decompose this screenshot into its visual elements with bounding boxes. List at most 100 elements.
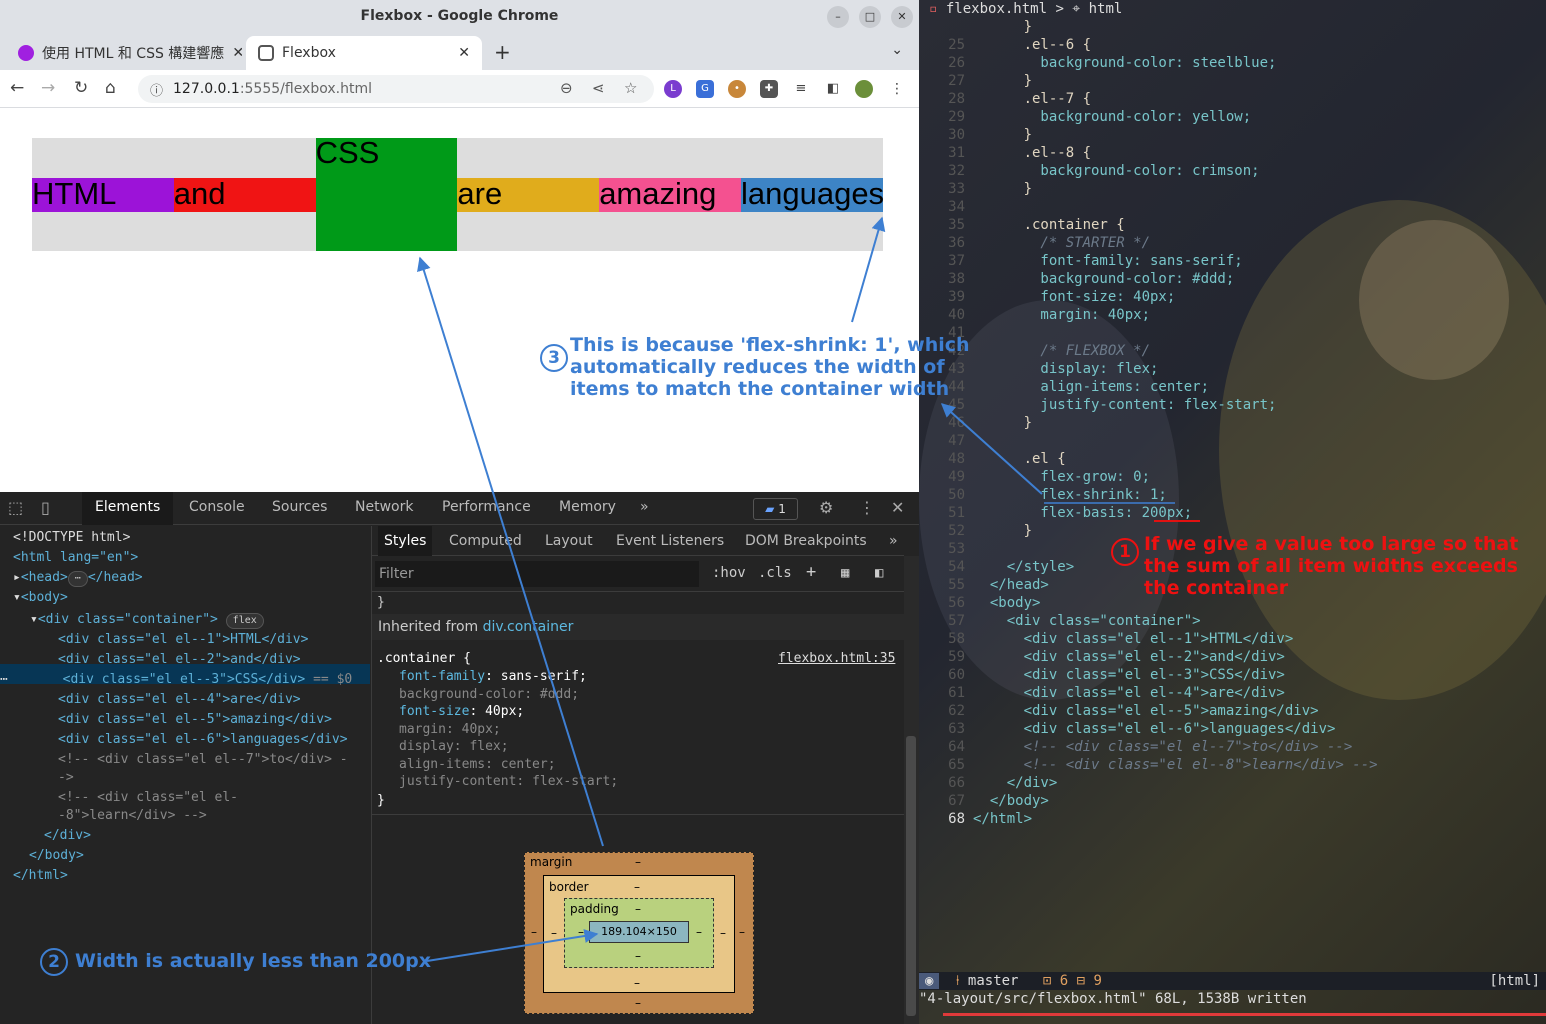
dom-el-6[interactable]: <div class="el el--6">languages</div> [58, 730, 348, 750]
css-property-row[interactable]: background-color: #ddd; [399, 686, 579, 704]
inherited-link[interactable]: div.container [483, 619, 574, 635]
code-line[interactable]: 61 <div class="el el--4">are</div> [919, 684, 1546, 702]
code-line[interactable]: 63 <div class="el el--6">languages</div> [919, 720, 1546, 738]
css-property-value[interactable]: flex; [469, 739, 508, 754]
margin-right-value[interactable]: – [739, 925, 745, 939]
code-line[interactable]: 67 </body> [919, 792, 1546, 810]
tab-inactive[interactable]: 使用 HTML 和 CSS 構建響應 ✕ [6, 36, 242, 70]
css-property-value[interactable]: 40px; [485, 704, 524, 719]
code-line[interactable]: 28 .el--7 { [919, 90, 1546, 108]
code-line[interactable]: 40 margin: 40px; [919, 306, 1546, 324]
dom-comment-8[interactable]: <!-- <div class="el el- [58, 788, 238, 808]
css-property-name[interactable]: display [399, 739, 454, 754]
toggle-sidebar-icon[interactable]: ◧ [875, 565, 883, 581]
dom-el-4[interactable]: <div class="el el--4">are</div> [58, 690, 301, 710]
maximize-button[interactable]: □ [859, 6, 881, 28]
code-line[interactable]: 33 } [919, 180, 1546, 198]
code-line[interactable]: 49 flex-grow: 0; [919, 468, 1546, 486]
dom-head[interactable]: ▸<head> ⋯ </head> [13, 568, 143, 588]
dom-body[interactable]: ▾<body> [13, 588, 68, 608]
code-line[interactable]: 42 /* FLEXBOX */ [919, 342, 1546, 360]
code-line[interactable]: 59 <div class="el el--2">and</div> [919, 648, 1546, 666]
dom-doctype[interactable]: <!DOCTYPE html> [13, 528, 130, 548]
puzzle-extensions-icon[interactable]: ✚ [760, 80, 778, 98]
tab-active[interactable]: Flexbox ✕ [246, 36, 482, 70]
css-property-name[interactable]: justify-content [399, 774, 516, 789]
media-queue-icon[interactable]: ≡ [792, 80, 810, 98]
css-property-name[interactable]: margin [399, 722, 446, 737]
code-line[interactable]: 58 <div class="el el--1">HTML</div> [919, 630, 1546, 648]
cls-toggle[interactable]: .cls [758, 565, 792, 581]
tab-event-listeners[interactable]: Event Listeners [616, 526, 724, 556]
css-property-row[interactable]: display: flex; [399, 738, 509, 756]
code-line[interactable]: 35 .container { [919, 216, 1546, 234]
more-style-tabs-icon[interactable]: » [889, 526, 898, 556]
code-line[interactable]: 41 [919, 324, 1546, 342]
styles-scrollbar[interactable] [904, 556, 919, 1024]
rule-selector[interactable]: .container { [377, 650, 471, 668]
border-bottom-value[interactable]: – [634, 976, 640, 990]
share-icon[interactable]: ⋖ [592, 79, 605, 97]
code-line[interactable]: 47 [919, 432, 1546, 450]
bookmark-star-icon[interactable]: ☆ [624, 79, 637, 97]
close-tab-icon[interactable]: ✕ [232, 45, 242, 61]
css-property-row[interactable]: justify-content: flex-start; [399, 773, 618, 791]
styles-filter-input[interactable]: Filter [375, 561, 699, 587]
tab-elements[interactable]: Elements [82, 492, 174, 525]
tab-styles[interactable]: Styles [378, 526, 433, 556]
css-property-value[interactable]: #ddd; [540, 687, 579, 702]
css-property-row[interactable]: font-size: 40px; [399, 703, 524, 721]
paint-icon[interactable]: ▦ [841, 565, 849, 581]
css-property-value[interactable]: 40px; [462, 722, 501, 737]
code-line[interactable]: 57 <div class="container"> [919, 612, 1546, 630]
code-line[interactable]: 46 } [919, 414, 1546, 432]
extension-lr-icon[interactable]: L [664, 80, 682, 98]
close-devtools-icon[interactable]: ✕ [891, 498, 904, 517]
home-icon[interactable]: ⌂ [105, 78, 116, 98]
dom-html[interactable]: <html lang="en"> [13, 548, 138, 568]
dom-el-2[interactable]: <div class="el el--2">and</div> [58, 650, 301, 670]
zoom-icon[interactable]: ⊖ [560, 79, 573, 97]
code-line[interactable]: 45 justify-content: flex-start; [919, 396, 1546, 414]
info-icon[interactable]: ⓘ [150, 80, 163, 99]
css-property-row[interactable]: align-items: center; [399, 756, 556, 774]
css-property-value[interactable]: sans-serif; [501, 669, 587, 684]
close-window-button[interactable]: ✕ [891, 6, 913, 28]
code-line[interactable]: 48 .el { [919, 450, 1546, 468]
ellipsis-icon[interactable]: ⋯ [67, 571, 88, 587]
css-property-name[interactable]: font-family [399, 669, 485, 684]
new-rule-plus-icon[interactable]: + [806, 562, 816, 582]
code-line[interactable]: 38 background-color: #ddd; [919, 270, 1546, 288]
code-line[interactable]: 39 font-size: 40px; [919, 288, 1546, 306]
css-property-value[interactable]: flex-start; [532, 774, 618, 789]
tab-layout[interactable]: Layout [545, 526, 593, 556]
margin-left-value[interactable]: – [531, 925, 537, 939]
close-tab-icon[interactable]: ✕ [458, 45, 470, 61]
code-line[interactable]: 68 </html> [919, 810, 1546, 828]
code-line[interactable]: 31 .el--8 { [919, 144, 1546, 162]
dom-el-3[interactable]: ⋯ <div class="el el--3">CSS</div> == $0 [0, 670, 352, 690]
padding-bottom-value[interactable]: – [635, 949, 641, 963]
code-line[interactable]: 60 <div class="el el--3">CSS</div> [919, 666, 1546, 684]
dom-container-close[interactable]: </div> [44, 826, 91, 846]
border-top-value[interactable]: – [634, 880, 640, 894]
margin-bottom-value[interactable]: – [635, 996, 641, 1010]
inspect-element-icon[interactable]: ⬚ [8, 498, 23, 517]
css-property-row[interactable]: margin: 40px; [399, 721, 501, 739]
tab-console[interactable]: Console [189, 492, 245, 525]
settings-gear-icon[interactable]: ⚙ [819, 498, 833, 517]
code-line[interactable]: 50 flex-shrink: 1; [919, 486, 1546, 504]
border-left-value[interactable]: – [551, 926, 557, 940]
tab-computed[interactable]: Computed [449, 526, 522, 556]
dom-body-close[interactable]: </body> [29, 846, 84, 866]
back-arrow-icon[interactable]: ← [10, 78, 24, 98]
code-line[interactable]: 65 <!-- <div class="el el--8">learn</div… [919, 756, 1546, 774]
border-right-value[interactable]: – [720, 926, 726, 940]
code-line[interactable]: 29 background-color: yellow; [919, 108, 1546, 126]
more-tabs-icon[interactable]: » [640, 492, 649, 525]
css-property-name[interactable]: background-color [399, 687, 524, 702]
code-line[interactable]: 36 /* STARTER */ [919, 234, 1546, 252]
translate-icon[interactable]: G [696, 80, 714, 98]
rule-source-link[interactable]: flexbox.html:35 [778, 650, 895, 668]
code-line[interactable]: 62 <div class="el el--5">amazing</div> [919, 702, 1546, 720]
